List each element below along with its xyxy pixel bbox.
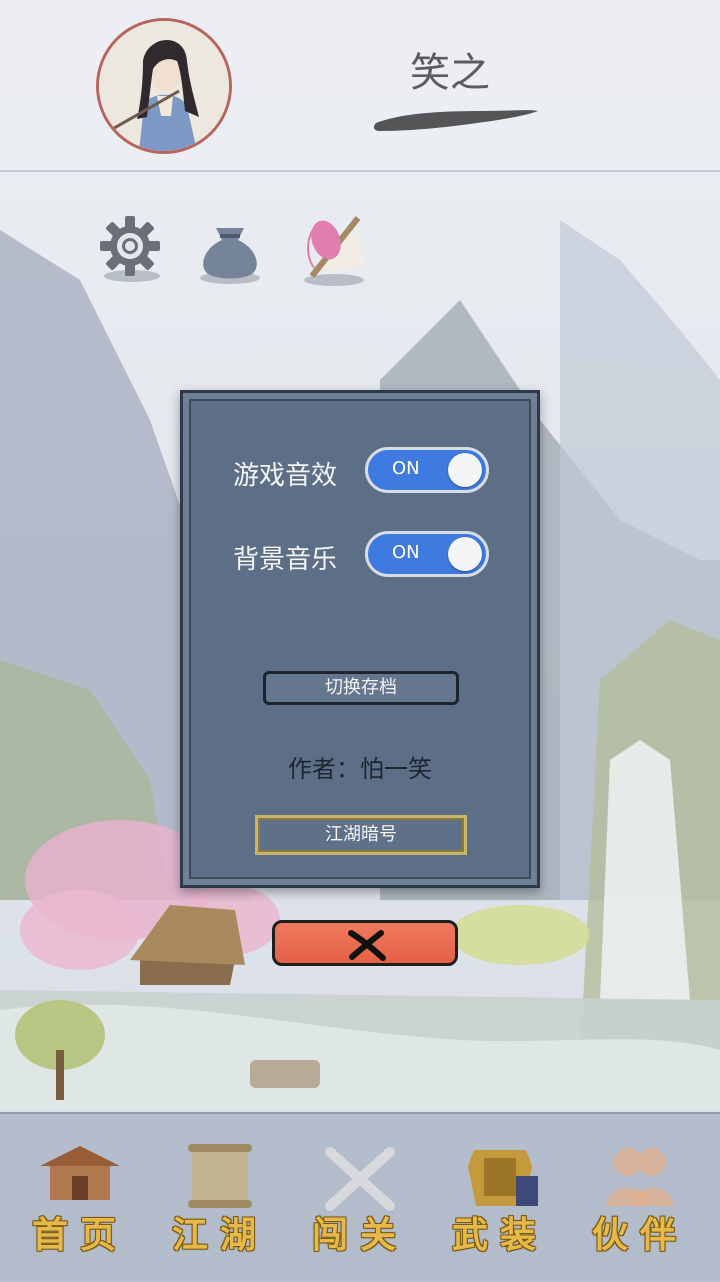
scroll-icon [188,1144,252,1208]
background-music-label: 背景音乐 [233,545,338,575]
player-name: 笑之 [410,50,490,96]
armor-icon [468,1150,538,1206]
token-tag-icon [304,216,366,286]
companions-icon [606,1148,674,1206]
bottom-navigation: 首页 江湖 闯关 武装 伙伴 [0,1112,720,1282]
token-button[interactable] [292,210,372,290]
nav-item-armor[interactable]: 武装 [440,1136,560,1266]
switch-save-button[interactable]: 切换存档 [263,671,459,705]
sound-effects-label: 游戏音效 [233,461,338,491]
crossed-swords-icon [325,1147,395,1211]
player-avatar[interactable] [96,18,232,154]
settings-gear-button[interactable] [92,210,172,290]
nav-label-armor: 武装 [451,1214,548,1256]
toggle-knob [448,537,482,571]
background-music-toggle[interactable]: ON [365,531,489,577]
close-dialog-button[interactable] [272,920,458,966]
close-x-icon [348,930,386,961]
pouch-icon [200,228,260,284]
profile-header: 笑之 [0,0,720,172]
nav-label-companions: 伙伴 [591,1214,688,1256]
nav-item-companions[interactable]: 伙伴 [580,1136,700,1266]
ink-brush-stroke [373,110,538,131]
nav-item-home[interactable]: 首页 [20,1136,140,1266]
nav-label-challenge: 闯关 [311,1214,408,1256]
nav-item-challenge[interactable]: 闯关 [300,1136,420,1266]
gear-icon [100,216,160,282]
pouch-button[interactable] [190,210,270,290]
secret-code-button[interactable]: 江湖暗号 [255,815,467,855]
sound-effects-state: ON [392,458,420,479]
author-credit: 作者：怕一笑 [288,755,432,783]
house-icon [40,1146,120,1200]
nav-item-jianghu[interactable]: 江湖 [160,1136,280,1266]
sound-effects-toggle[interactable]: ON [365,447,489,493]
toggle-knob [448,453,482,487]
settings-dialog: 游戏音效 ON 背景音乐 ON 切换存档 作者：怕一笑 江湖暗号 [180,390,540,888]
nav-label-jianghu: 江湖 [171,1214,268,1256]
background-music-state: ON [392,542,420,563]
nav-label-home: 首页 [31,1214,128,1256]
